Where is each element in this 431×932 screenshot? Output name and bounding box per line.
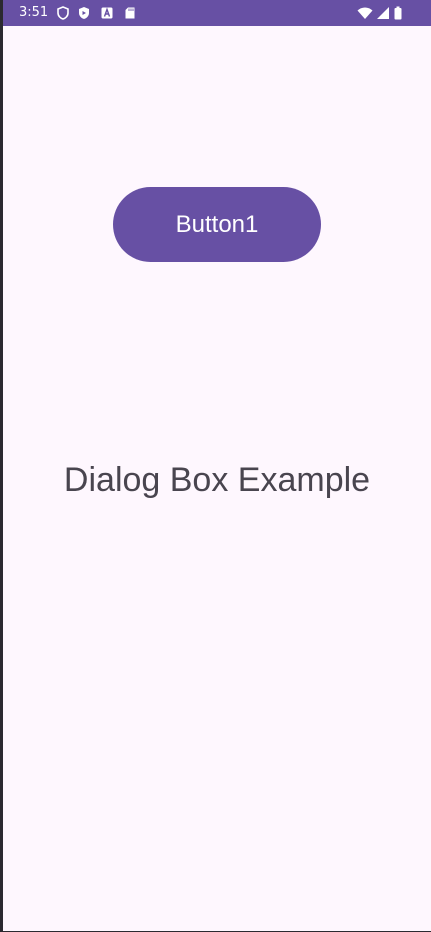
battery-icon (393, 6, 403, 20)
cellular-signal-icon (376, 6, 390, 20)
status-time: 3:51 (19, 5, 49, 20)
play-protect-icon (77, 6, 91, 20)
dialog-box-example-label: Dialog Box Example (63, 461, 371, 499)
wifi-icon (357, 6, 373, 20)
sd-card-icon (123, 6, 137, 20)
app-screen: 3:51 Button1 Dialog Box Example (3, 0, 431, 931)
shield-icon (56, 6, 70, 20)
font-icon (100, 6, 114, 20)
button1[interactable]: Button1 (113, 187, 321, 262)
status-bar: 3:51 (3, 0, 431, 26)
